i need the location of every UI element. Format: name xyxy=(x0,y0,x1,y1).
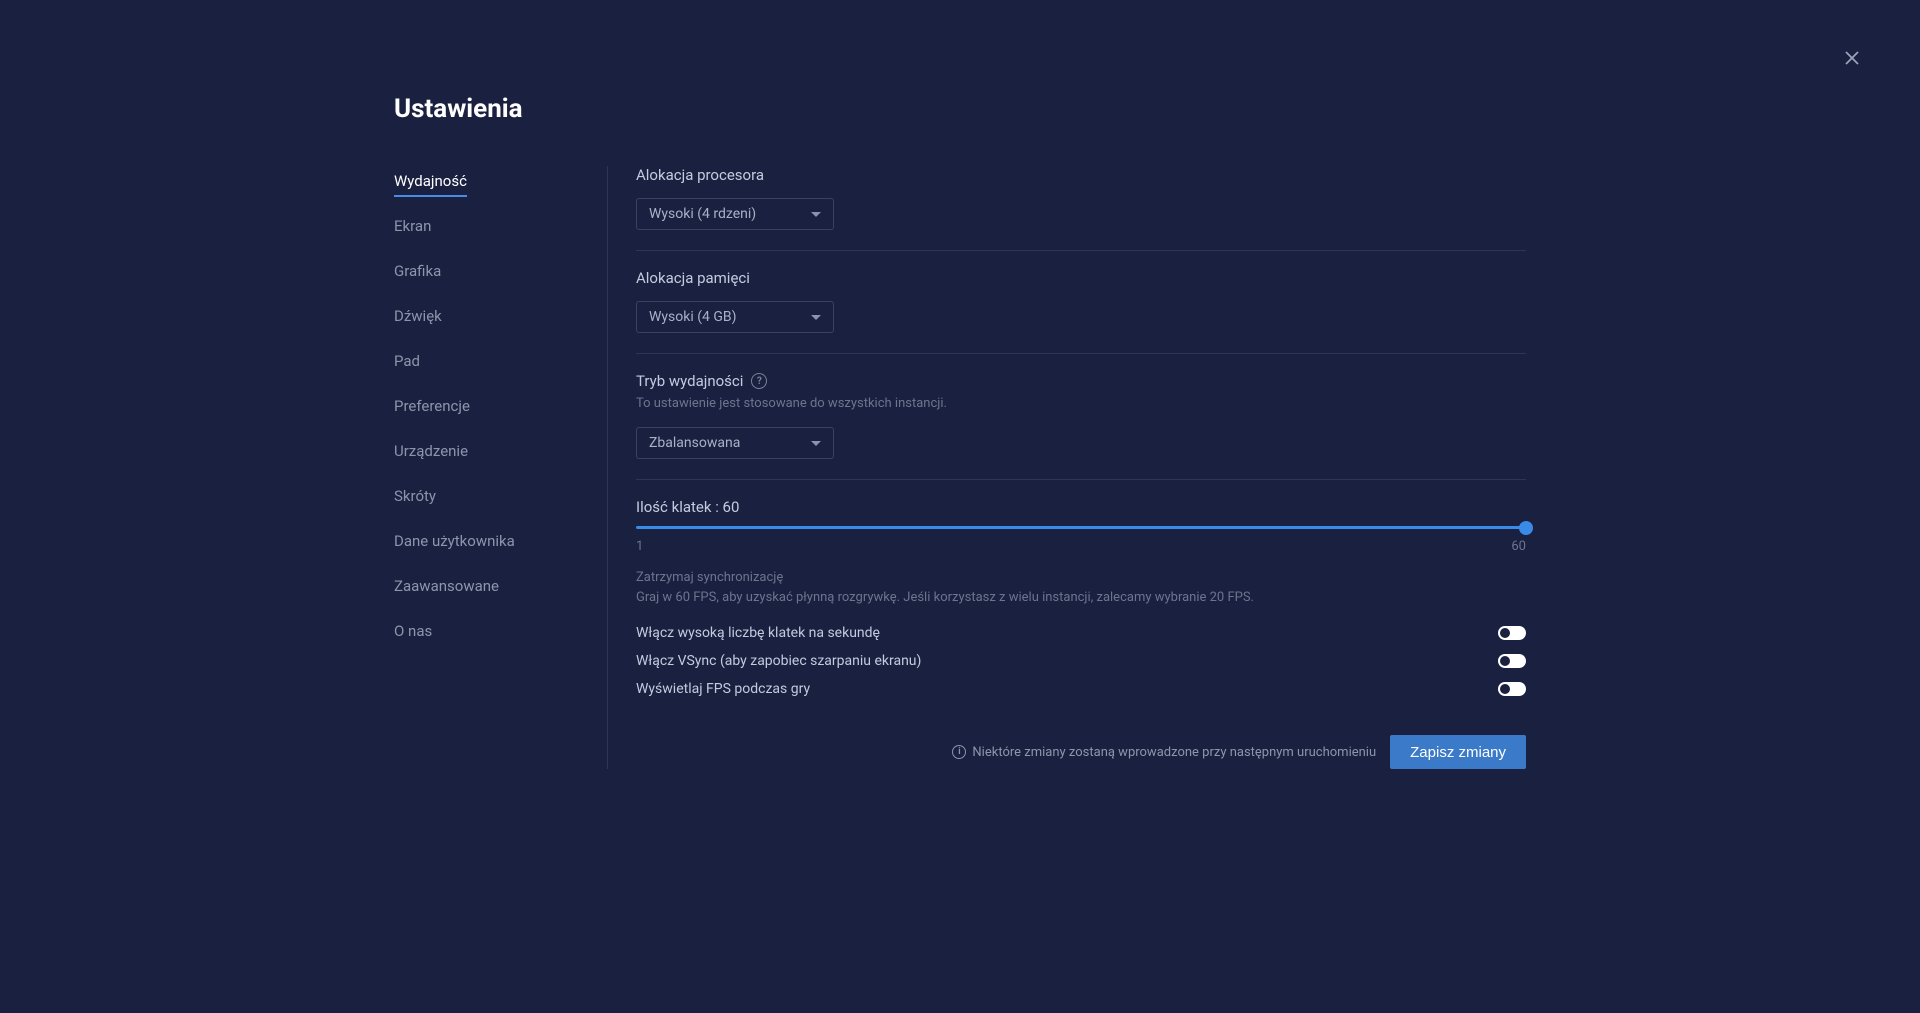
settings-modal: Ustawienia Wydajność Ekran Grafika Dźwię… xyxy=(0,0,1920,1013)
ram-allocation-label: Alokacja pamięci xyxy=(636,269,1526,287)
sidebar-item-advanced[interactable]: Zaawansowane xyxy=(394,571,499,602)
sidebar-item-graphics[interactable]: Grafika xyxy=(394,256,441,287)
performance-mode-value: Zbalansowana xyxy=(649,435,740,451)
sidebar-item-display[interactable]: Ekran xyxy=(394,211,431,242)
sidebar-item-gamepad[interactable]: Pad xyxy=(394,346,420,377)
settings-sidebar: Wydajność Ekran Grafika Dźwięk Pad Prefe… xyxy=(394,166,608,769)
sidebar-item-device[interactable]: Urządzenie xyxy=(394,436,468,467)
sidebar-item-sound[interactable]: Dźwięk xyxy=(394,301,442,332)
fps-value: 60 xyxy=(723,498,740,516)
ram-allocation-select[interactable]: Wysoki (4 GB) xyxy=(636,301,834,333)
save-button[interactable]: Zapisz zmiany xyxy=(1390,735,1526,769)
close-icon xyxy=(1844,50,1860,66)
cpu-allocation-label: Alokacja procesora xyxy=(636,166,1526,184)
sidebar-item-performance[interactable]: Wydajność xyxy=(394,166,467,197)
close-button[interactable] xyxy=(1840,46,1864,70)
chevron-down-icon xyxy=(811,212,821,217)
vsync-toggle[interactable] xyxy=(1498,654,1526,668)
help-icon[interactable]: ? xyxy=(751,373,767,389)
sidebar-item-userdata[interactable]: Dane użytkownika xyxy=(394,526,515,557)
chevron-down-icon xyxy=(811,441,821,446)
fps-slider-thumb[interactable] xyxy=(1519,521,1533,535)
sidebar-item-shortcuts[interactable]: Skróty xyxy=(394,481,436,512)
fps-min: 1 xyxy=(636,539,643,554)
restart-note: Niektóre zmiany zostaną wprowadzone przy… xyxy=(972,745,1376,760)
high-fps-toggle[interactable] xyxy=(1498,626,1526,640)
performance-mode-label: Tryb wydajności xyxy=(636,372,743,390)
performance-mode-sub: To ustawienie jest stosowane do wszystki… xyxy=(636,396,1526,411)
show-fps-toggle[interactable] xyxy=(1498,682,1526,696)
vsync-label: Włącz VSync (aby zapobiec szarpaniu ekra… xyxy=(636,653,921,669)
fps-slider[interactable] xyxy=(636,526,1526,529)
sidebar-item-about[interactable]: O nas xyxy=(394,616,432,647)
info-icon: i xyxy=(952,745,966,759)
performance-mode-select[interactable]: Zbalansowana xyxy=(636,427,834,459)
fps-hint-title: Zatrzymaj synchronizację xyxy=(636,570,1526,585)
show-fps-label: Wyświetlaj FPS podczas gry xyxy=(636,681,810,697)
fps-max: 60 xyxy=(1511,539,1526,554)
sidebar-item-preferences[interactable]: Preferencje xyxy=(394,391,470,422)
fps-label-prefix: Ilość klatek : xyxy=(636,498,723,516)
high-fps-label: Włącz wysoką liczbę klatek na sekundę xyxy=(636,625,880,641)
ram-allocation-value: Wysoki (4 GB) xyxy=(649,309,737,325)
fps-hint-text: Graj w 60 FPS, aby uzyskać płynną rozgry… xyxy=(636,589,1526,607)
settings-main: Alokacja procesora Wysoki (4 rdzeni) Alo… xyxy=(608,166,1526,769)
cpu-allocation-select[interactable]: Wysoki (4 rdzeni) xyxy=(636,198,834,230)
cpu-allocation-value: Wysoki (4 rdzeni) xyxy=(649,206,756,222)
chevron-down-icon xyxy=(811,315,821,320)
page-title: Ustawienia xyxy=(394,94,1526,124)
